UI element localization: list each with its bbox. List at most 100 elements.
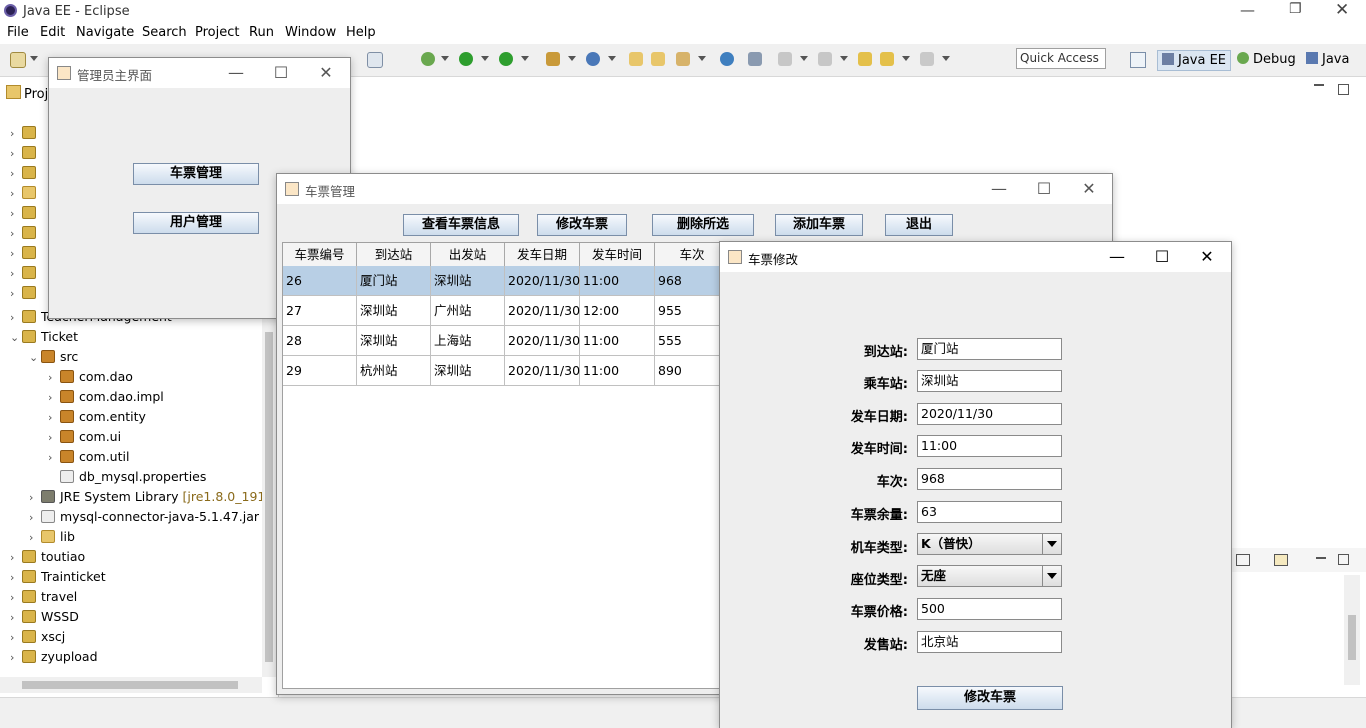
tree-item-jre-library[interactable]: › JRE System Library [jre1.8.0_191] xyxy=(29,489,270,509)
train-number-field[interactable]: 968 xyxy=(917,468,1062,490)
tree-row[interactable]: › xyxy=(10,165,41,185)
back-icon[interactable] xyxy=(880,52,894,66)
new-icon[interactable] xyxy=(10,52,26,68)
tree-row[interactable]: › xyxy=(10,125,41,145)
pencil-icon[interactable] xyxy=(676,52,690,66)
restore-button[interactable]: ❐ xyxy=(1289,1,1302,17)
minimize-button[interactable]: — xyxy=(1240,1,1255,19)
menu-run[interactable]: Run xyxy=(249,25,274,40)
column-header[interactable]: 出发站 xyxy=(431,243,505,267)
panel-minimize-icon[interactable] xyxy=(1316,557,1326,559)
menu-file[interactable]: File xyxy=(7,25,29,40)
menu-project[interactable]: Project xyxy=(195,25,239,40)
scrollbar-thumb[interactable] xyxy=(22,681,238,689)
layout-icon[interactable] xyxy=(367,52,383,68)
tree-item-ticket[interactable]: ⌄ Ticket xyxy=(10,329,78,349)
user-management-button[interactable]: 用户管理 xyxy=(133,212,259,234)
dropdown-arrow-icon[interactable] xyxy=(30,56,38,61)
chevron-right-icon[interactable]: › xyxy=(48,451,60,464)
view-tickets-button[interactable]: 查看车票信息 xyxy=(403,214,519,236)
chevron-right-icon[interactable]: › xyxy=(10,147,22,160)
column-header[interactable]: 到达站 xyxy=(357,243,431,267)
chevron-right-icon[interactable]: › xyxy=(48,431,60,444)
quick-access-field[interactable]: Quick Access xyxy=(1016,48,1106,69)
open-perspective-icon[interactable] xyxy=(1130,52,1146,68)
tree-item-db-properties[interactable]: db_mysql.properties xyxy=(48,469,206,489)
horizontal-scrollbar[interactable] xyxy=(0,677,262,693)
chevron-right-icon[interactable]: › xyxy=(10,167,22,180)
chevron-right-icon[interactable]: › xyxy=(10,127,22,140)
menu-search[interactable]: Search xyxy=(142,25,187,40)
menu-window[interactable]: Window xyxy=(285,25,336,40)
panel-maximize-icon[interactable] xyxy=(1338,554,1349,565)
dropdown-arrow-icon[interactable] xyxy=(942,56,950,61)
tree-item-zyupload[interactable]: › zyupload xyxy=(10,649,98,669)
tree-item-travel[interactable]: › travel xyxy=(10,589,77,609)
tree-row[interactable]: › xyxy=(10,185,41,205)
column-header[interactable]: 发车时间 xyxy=(580,243,655,267)
prev-annotation-icon[interactable] xyxy=(818,52,832,66)
chevron-right-icon[interactable]: › xyxy=(29,491,41,504)
minimize-button[interactable]: — xyxy=(222,62,250,84)
chevron-right-icon[interactable]: › xyxy=(48,411,60,424)
chevron-down-icon[interactable]: ⌄ xyxy=(10,331,22,344)
close-button[interactable]: ✕ xyxy=(312,62,340,84)
tree-item-trainticket[interactable]: › Trainticket xyxy=(10,569,106,589)
boarding-station-field[interactable]: 深圳站 xyxy=(917,370,1062,392)
ticket-management-button[interactable]: 车票管理 xyxy=(133,163,259,185)
tree-item-com-dao[interactable]: › com.dao xyxy=(48,369,133,389)
column-header[interactable]: 发车日期 xyxy=(505,243,580,267)
chevron-right-icon[interactable]: › xyxy=(29,511,41,524)
perspective-java-ee[interactable]: Java EE xyxy=(1157,50,1232,71)
chevron-right-icon[interactable]: › xyxy=(10,551,22,564)
tree-item-mysql-jar[interactable]: › mysql-connector-java-5.1.47.jar xyxy=(29,509,259,529)
minimize-button[interactable]: — xyxy=(1103,246,1131,268)
departure-date-field[interactable]: 2020/11/30 xyxy=(917,403,1062,425)
tree-row[interactable]: › xyxy=(10,265,41,285)
submit-edit-button[interactable]: 修改车票 xyxy=(917,686,1063,710)
last-edit-icon[interactable] xyxy=(858,52,872,66)
maximize-button[interactable]: ☐ xyxy=(267,62,295,84)
tree-item-com-ui[interactable]: › com.ui xyxy=(48,429,121,449)
maximize-button[interactable]: ☐ xyxy=(1148,246,1176,268)
locomotive-type-select[interactable]: K（普快） xyxy=(917,533,1062,555)
open-folder-icon[interactable] xyxy=(629,52,643,66)
open-folder-icon[interactable] xyxy=(651,52,665,66)
tree-item-wssd[interactable]: › WSSD xyxy=(10,609,79,629)
table-row[interactable]: 28 深圳站 上海站 2020/11/30 11:00 555 xyxy=(283,326,730,356)
dropdown-arrow-icon[interactable] xyxy=(481,56,489,61)
close-button[interactable]: ✕ xyxy=(1193,246,1221,268)
minimize-button[interactable]: — xyxy=(985,178,1013,200)
remaining-tickets-field[interactable]: 63 xyxy=(917,501,1062,523)
menu-help[interactable]: Help xyxy=(346,25,376,40)
table-row[interactable]: 29 杭州站 深圳站 2020/11/30 11:00 890 xyxy=(283,356,730,386)
chevron-right-icon[interactable]: › xyxy=(10,311,22,324)
chevron-right-icon[interactable]: › xyxy=(10,571,22,584)
delete-selected-button[interactable]: 删除所选 xyxy=(652,214,754,236)
departure-time-field[interactable]: 11:00 xyxy=(917,435,1062,457)
tree-item-src[interactable]: ⌄ src xyxy=(29,349,78,369)
exit-button[interactable]: 退出 xyxy=(885,214,953,236)
tree-row[interactable]: › xyxy=(10,145,41,165)
close-button[interactable]: ✕ xyxy=(1335,0,1349,20)
chevron-right-icon[interactable]: › xyxy=(10,247,22,260)
chevron-right-icon[interactable]: › xyxy=(10,227,22,240)
next-annotation-icon[interactable] xyxy=(778,52,792,66)
dropdown-arrow-icon[interactable] xyxy=(608,56,616,61)
edit-ticket-button[interactable]: 修改车票 xyxy=(537,214,627,236)
table-row[interactable]: 26 厦门站 深圳站 2020/11/30 11:00 968 xyxy=(283,266,730,296)
tree-item-toutiao[interactable]: › toutiao xyxy=(10,549,85,569)
menu-edit[interactable]: Edit xyxy=(40,25,65,40)
ticket-price-field[interactable]: 500 xyxy=(917,598,1062,620)
chevron-right-icon[interactable]: › xyxy=(10,611,22,624)
seat-type-select[interactable]: 无座 xyxy=(917,565,1062,587)
globe-icon[interactable] xyxy=(720,52,734,66)
column-header[interactable]: 车票编号 xyxy=(283,243,357,267)
perspective-debug[interactable]: Debug xyxy=(1233,50,1300,69)
new-console-icon[interactable] xyxy=(1274,554,1288,566)
dropdown-arrow-icon[interactable] xyxy=(902,56,910,61)
dropdown-arrow-icon[interactable] xyxy=(441,56,449,61)
tree-row[interactable]: › xyxy=(10,285,41,305)
menu-navigate[interactable]: Navigate xyxy=(76,25,134,40)
tree-row[interactable]: › xyxy=(10,225,41,245)
